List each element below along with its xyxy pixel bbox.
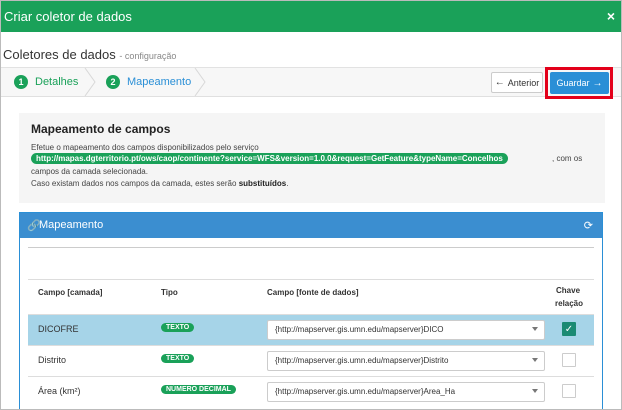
info-text-3-end: . <box>286 179 289 188</box>
table-header: Campo [camada] Tipo Campo [fonte de dado… <box>28 279 594 315</box>
source-field-value: {http://mapserver.gis.umn.edu/mapserver}… <box>275 387 456 396</box>
refresh-icon[interactable]: ⟳ <box>584 219 593 232</box>
divider <box>28 247 594 248</box>
mapping-panel: 🔗 Mapeamento ⟳ Campo [camada] Tipo Campo… <box>19 212 603 409</box>
save-button-label: Guardar <box>556 78 590 88</box>
arrow-left-icon: ← <box>494 77 505 88</box>
previous-button-label: Anterior <box>507 77 540 88</box>
col-relacao: relação <box>555 299 584 308</box>
source-field-select[interactable]: {http://mapserver.gis.umn.edu/mapserver}… <box>267 351 545 371</box>
info-text-3-bold: substituídos <box>238 179 287 188</box>
tab-mapeamento[interactable]: 2 Mapeamento <box>106 68 191 96</box>
key-checkbox[interactable] <box>562 384 576 398</box>
table-row[interactable]: DICOFRE TEXTO {http://mapserver.gis.umn.… <box>28 314 594 345</box>
step-label-detalhes: Detalhes <box>35 76 79 88</box>
field-name: Área (km²) <box>38 386 81 396</box>
chevron-right-icon <box>194 68 206 96</box>
key-checkbox[interactable]: ✓ <box>562 322 576 336</box>
info-text-2: campos da camada selecionada. <box>31 167 148 176</box>
page-header: Coletores de dados - configuração <box>1 32 621 68</box>
close-icon[interactable]: × <box>607 8 615 24</box>
chevron-right-icon <box>84 68 96 96</box>
source-field-select[interactable]: {http://mapserver.gis.umn.edu/mapserver}… <box>267 320 545 340</box>
arrow-right-icon: → <box>592 77 603 89</box>
tab-detalhes[interactable]: 1 Detalhes <box>14 68 78 96</box>
info-text-3: Caso existam dados nos campos da camada,… <box>31 179 288 188</box>
chevron-down-icon <box>532 327 538 331</box>
col-campo-camada: Campo [camada] <box>38 288 103 297</box>
step-label-mapeamento: Mapeamento <box>127 76 192 88</box>
info-box: Mapeamento de campos Efetue o mapeamento… <box>19 113 605 203</box>
modal-title: Criar coletor de dados <box>4 9 132 24</box>
chevron-down-icon <box>532 389 538 393</box>
col-tipo: Tipo <box>161 288 178 297</box>
col-chave: Chave <box>556 286 581 295</box>
page-title-text: Coletores de dados <box>3 47 116 62</box>
modal-titlebar: Criar coletor de dados × <box>1 1 621 32</box>
previous-button[interactable]: ← Anterior <box>491 72 543 93</box>
field-name: DICOFRE <box>38 324 79 334</box>
source-field-value: {http://mapserver.gis.umn.edu/mapserver}… <box>275 356 449 365</box>
service-url-badge: http://mapas.dgterritorio.pt/ows/caop/co… <box>31 153 508 164</box>
info-text-1: Efetue o mapeamento dos campos disponibi… <box>31 143 259 152</box>
panel-title: Mapeamento <box>39 219 104 231</box>
page-title: Coletores de dados - configuração <box>3 47 176 62</box>
info-title: Mapeamento de campos <box>31 122 171 136</box>
chevron-down-icon <box>532 358 538 362</box>
key-checkbox[interactable] <box>562 353 576 367</box>
modal-window: Criar coletor de dados × Coletores de da… <box>0 0 622 410</box>
col-campo-fonte: Campo [fonte de dados] <box>267 288 359 297</box>
type-badge: TEXTO <box>161 323 195 332</box>
page-subtitle: - configuração <box>119 51 177 61</box>
panel-header: 🔗 Mapeamento ⟳ <box>20 213 602 238</box>
table-row[interactable]: Distrito TEXTO {http://mapserver.gis.umn… <box>28 345 594 376</box>
source-field-select[interactable]: {http://mapserver.gis.umn.edu/mapserver}… <box>267 382 545 402</box>
step-number-1: 1 <box>14 75 28 89</box>
table-row[interactable]: Área (km²) NÚMERO DECIMAL {http://mapser… <box>28 376 594 407</box>
type-badge: TEXTO <box>161 354 195 363</box>
source-field-value: {http://mapserver.gis.umn.edu/mapserver}… <box>275 325 444 334</box>
info-text-3-start: Caso existam dados nos campos da camada,… <box>31 179 237 188</box>
field-name: Distrito <box>38 355 67 365</box>
step-number-2: 2 <box>106 75 120 89</box>
type-badge: NÚMERO DECIMAL <box>161 385 236 394</box>
info-text-1-tail: , com os <box>552 154 583 163</box>
save-button[interactable]: Guardar → <box>550 72 609 94</box>
